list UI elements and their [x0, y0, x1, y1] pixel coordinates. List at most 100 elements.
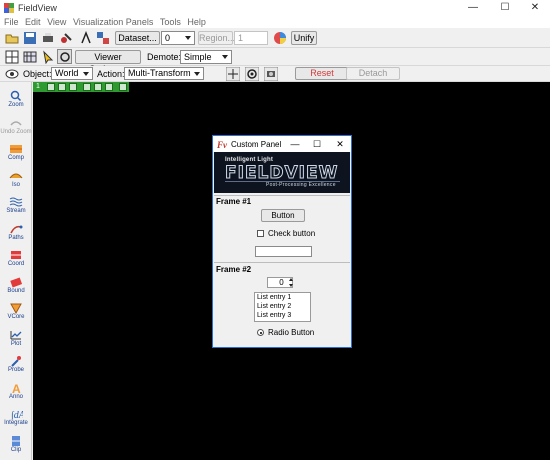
- menu-visualization-panels[interactable]: Visualization Panels: [73, 16, 153, 28]
- frame2-listbox[interactable]: List entry 1 List entry 2 List entry 3: [254, 292, 311, 322]
- reset-button[interactable]: Reset: [295, 67, 349, 80]
- move-icon[interactable]: [226, 67, 240, 81]
- layout-icon[interactable]: [5, 50, 19, 64]
- custom-panel-titlebar: Fv Custom Panel — ☐ ✕: [213, 136, 351, 152]
- save-icon[interactable]: [23, 31, 37, 45]
- camera-icon[interactable]: [264, 67, 278, 81]
- minimize-button[interactable]: —: [458, 0, 488, 16]
- list-item[interactable]: List entry 3: [255, 311, 310, 320]
- radio-button-dot[interactable]: [257, 329, 264, 336]
- eye-icon[interactable]: [5, 67, 19, 81]
- sidebar-tool-stream[interactable]: Stream: [0, 194, 32, 218]
- viewer-toolbar: Viewer Options... Demote: Simple: [0, 48, 550, 74]
- open-icon[interactable]: [5, 31, 19, 45]
- dataset-select[interactable]: 0: [161, 31, 195, 45]
- custom-panel-title: Custom Panel: [231, 140, 282, 149]
- tab-close-icon[interactable]: [119, 83, 127, 91]
- viewer-options-button[interactable]: Viewer Options...: [75, 50, 141, 74]
- tab-view5-icon[interactable]: [94, 83, 102, 91]
- action-select[interactable]: Multi-Transform: [124, 67, 204, 80]
- tab-view1-icon[interactable]: [47, 83, 55, 91]
- menu-tools[interactable]: Tools: [160, 16, 181, 28]
- menu-view[interactable]: View: [47, 16, 66, 28]
- sidebar-tool-vcore[interactable]: VCore: [0, 300, 32, 324]
- tab-view6-icon[interactable]: [105, 83, 113, 91]
- region-button[interactable]: Region...: [198, 31, 235, 45]
- action-label: Action:: [97, 69, 125, 79]
- panel-minimize-button[interactable]: —: [285, 136, 305, 152]
- detach-button[interactable]: Detach: [346, 67, 400, 80]
- sidebar-tool-undo-zoom[interactable]: Undo Zoom: [0, 115, 32, 139]
- zoom-icon: [10, 90, 22, 102]
- color-wheel-icon[interactable]: [273, 31, 287, 45]
- svg-text:A: A: [12, 382, 21, 394]
- dataset-button[interactable]: Dataset...: [115, 31, 160, 45]
- fieldview-banner: Intelligent Light FIELDVIEW Post-Process…: [214, 152, 350, 193]
- sidebar-tool-label: Coord: [7, 261, 25, 267]
- menu-edit[interactable]: Edit: [25, 16, 41, 28]
- maximize-button[interactable]: ☐: [490, 0, 520, 16]
- main-toolbar: Dataset... 0 Region... 1 Unify: [0, 28, 550, 48]
- script-icon[interactable]: [59, 31, 73, 45]
- demote-select[interactable]: Simple: [180, 50, 232, 64]
- menu-file[interactable]: File: [4, 16, 19, 28]
- circle-icon: [60, 52, 70, 62]
- dataset-icon[interactable]: [96, 31, 110, 45]
- list-item[interactable]: List entry 2: [255, 302, 310, 311]
- sidebar-tool-label: Anno: [8, 393, 23, 400]
- check-button-box[interactable]: [257, 230, 264, 237]
- close-button[interactable]: ✕: [520, 0, 550, 16]
- integrate-icon: ∫dA: [10, 410, 23, 420]
- viewer-tab-strip: 1: [33, 82, 129, 92]
- radio-button-label: Radio Button: [268, 328, 315, 337]
- tab-view2-icon[interactable]: [58, 83, 66, 91]
- comp-icon: [10, 145, 22, 153]
- sidebar-tool-plot[interactable]: Plot: [0, 327, 32, 351]
- panel-maximize-button[interactable]: ☐: [307, 136, 327, 152]
- demote-label: Demote:: [147, 52, 182, 62]
- sidebar-tool-clip[interactable]: Clip: [0, 433, 32, 457]
- tab-view3-icon[interactable]: [69, 83, 77, 91]
- sidebar-tool-bound[interactable]: Bound: [0, 274, 32, 298]
- fv-logo-icon: Fv: [217, 140, 228, 149]
- pointer-icon[interactable]: [41, 50, 55, 64]
- frame1-divider: [214, 195, 350, 196]
- menu-bar: File Edit View Visualization Panels Tool…: [0, 16, 550, 28]
- sidebar-tool-integrate[interactable]: ∫dAIntegrate: [0, 406, 32, 430]
- banner-product: FIELDVIEW: [224, 163, 339, 184]
- sidebar-tool-label: Clip: [10, 446, 22, 453]
- sidebar-tool-probe[interactable]: Probe: [0, 353, 32, 377]
- svg-text:Fv: Fv: [217, 140, 228, 149]
- bound-icon: [10, 276, 23, 287]
- window-title: FieldView: [18, 3, 57, 13]
- unify-button[interactable]: Unify: [291, 31, 317, 45]
- region-select[interactable]: 1: [234, 31, 268, 45]
- sidebar-tool-zoom[interactable]: Zoom: [0, 88, 32, 112]
- print-icon[interactable]: [41, 31, 55, 45]
- grid-icon[interactable]: [23, 50, 37, 64]
- panel-close-button[interactable]: ✕: [330, 136, 350, 152]
- spin-arrows-icon[interactable]: [288, 277, 294, 288]
- viewer-tab-number[interactable]: 1: [36, 82, 40, 92]
- sidebar-tool-label: Integrate: [4, 420, 28, 426]
- sidebar-tool-comp[interactable]: Comp: [0, 141, 32, 165]
- sidebar-tool-coord[interactable]: Coord: [0, 247, 32, 271]
- frame1-button[interactable]: Button: [261, 209, 305, 222]
- sidebar-tool-anno[interactable]: A Anno: [0, 380, 32, 404]
- plot-icon: [10, 330, 22, 339]
- list-item[interactable]: List entry 1: [255, 293, 310, 302]
- frame1-text-entry[interactable]: [255, 246, 312, 257]
- target-icon[interactable]: [245, 67, 259, 81]
- object-select[interactable]: World: [51, 67, 93, 80]
- sidebar-tool-label: Undo Zoom: [0, 128, 32, 135]
- sidebar-tool-label: Plot: [10, 340, 22, 347]
- sidebar-tool-iso[interactable]: Iso: [0, 168, 32, 192]
- title-bar: FieldView — ☐ ✕: [0, 0, 550, 16]
- restart-icon[interactable]: [79, 31, 93, 45]
- sidebar-tool-label: Probe: [7, 367, 24, 373]
- menu-help[interactable]: Help: [187, 16, 206, 28]
- clip-icon: [12, 435, 20, 446]
- tab-view4-icon[interactable]: [83, 83, 91, 91]
- sidebar-tool-paths[interactable]: Paths: [0, 221, 32, 245]
- probe-icon: [11, 356, 21, 367]
